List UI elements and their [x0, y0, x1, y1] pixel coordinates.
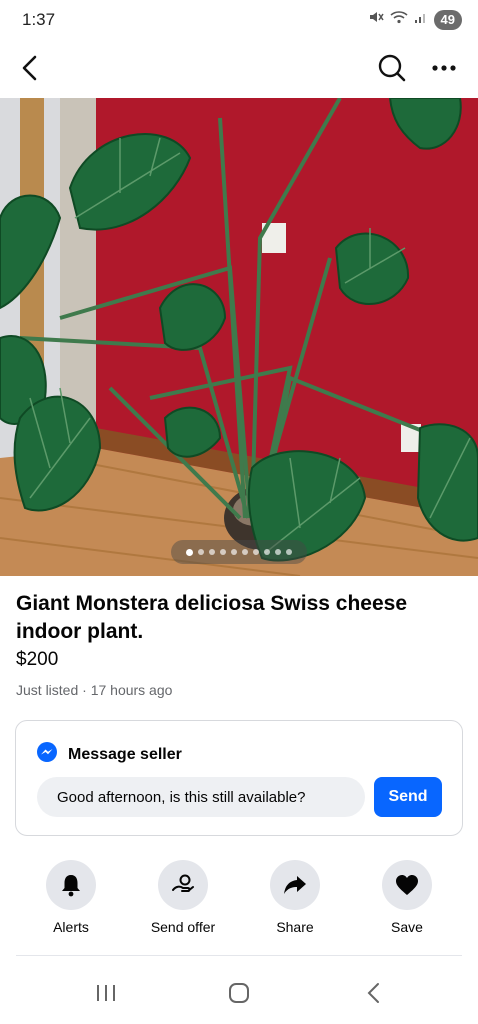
listing-meta: Just listed · 17 hours ago	[16, 682, 173, 698]
carousel-dot	[253, 549, 259, 555]
system-back-button[interactable]	[359, 980, 389, 1006]
message-seller-header: Message seller	[36, 741, 182, 768]
recent-apps-icon	[97, 985, 115, 1001]
divider	[16, 955, 462, 956]
signal-icon	[414, 10, 428, 29]
message-seller-label: Message seller	[68, 745, 182, 763]
save-button[interactable]: Save	[357, 860, 457, 935]
send-offer-label: Send offer	[150, 919, 216, 935]
share-label: Share	[276, 919, 314, 935]
save-label: Save	[391, 919, 423, 935]
share-arrow-icon	[284, 876, 306, 894]
send-button[interactable]: Send	[374, 777, 442, 817]
carousel-dot	[209, 549, 215, 555]
back-arrow-icon	[22, 55, 37, 81]
home-button[interactable]	[224, 980, 254, 1006]
status-bar: 1:37 49	[0, 0, 478, 40]
monstera-plant-image	[0, 98, 478, 576]
alerts-circle[interactable]	[46, 860, 96, 910]
heart-icon	[396, 875, 418, 895]
action-bar: Alerts Send offer Share Save	[0, 860, 478, 940]
message-seller-card: Message seller Send	[15, 720, 463, 836]
alerts-button[interactable]: Alerts	[21, 860, 121, 935]
search-icon	[378, 54, 406, 82]
carousel-dot	[198, 549, 204, 555]
system-nav-bar	[0, 968, 478, 1018]
messenger-icon	[36, 741, 58, 768]
bell-icon	[62, 875, 80, 897]
battery-icon: 49	[433, 9, 462, 30]
search-button[interactable]	[372, 48, 412, 88]
mute-icon	[368, 9, 384, 30]
carousel-dot	[242, 549, 248, 555]
carousel-dot	[275, 549, 281, 555]
share-button[interactable]: Share	[245, 860, 345, 935]
send-offer-button[interactable]: Send offer	[133, 860, 233, 935]
alerts-label: Alerts	[53, 919, 89, 935]
carousel-dot	[186, 548, 193, 556]
back-icon	[367, 983, 379, 1003]
carousel-dot	[286, 549, 292, 555]
back-button[interactable]	[10, 48, 50, 88]
recent-apps-button[interactable]	[91, 980, 121, 1006]
carousel-dot	[220, 549, 226, 555]
home-icon	[229, 983, 249, 1003]
message-input[interactable]	[37, 777, 365, 817]
top-nav	[0, 40, 478, 96]
status-time: 1:37	[22, 10, 56, 29]
carousel-dot	[264, 549, 270, 555]
more-options-icon	[432, 65, 456, 71]
status-icons: 49	[368, 9, 462, 30]
wifi-icon	[390, 10, 408, 29]
more-options-button[interactable]	[424, 48, 464, 88]
product-photo[interactable]	[0, 98, 478, 576]
photo-carousel-indicator[interactable]	[171, 540, 307, 564]
carousel-dot	[231, 549, 237, 555]
listing-title: Giant Monstera deliciosa Swiss cheese in…	[16, 592, 407, 643]
listing-price: $200	[16, 649, 59, 670]
save-circle[interactable]	[382, 860, 432, 910]
offer-icon	[172, 874, 194, 892]
share-circle[interactable]	[270, 860, 320, 910]
send-offer-circle[interactable]	[158, 860, 208, 910]
